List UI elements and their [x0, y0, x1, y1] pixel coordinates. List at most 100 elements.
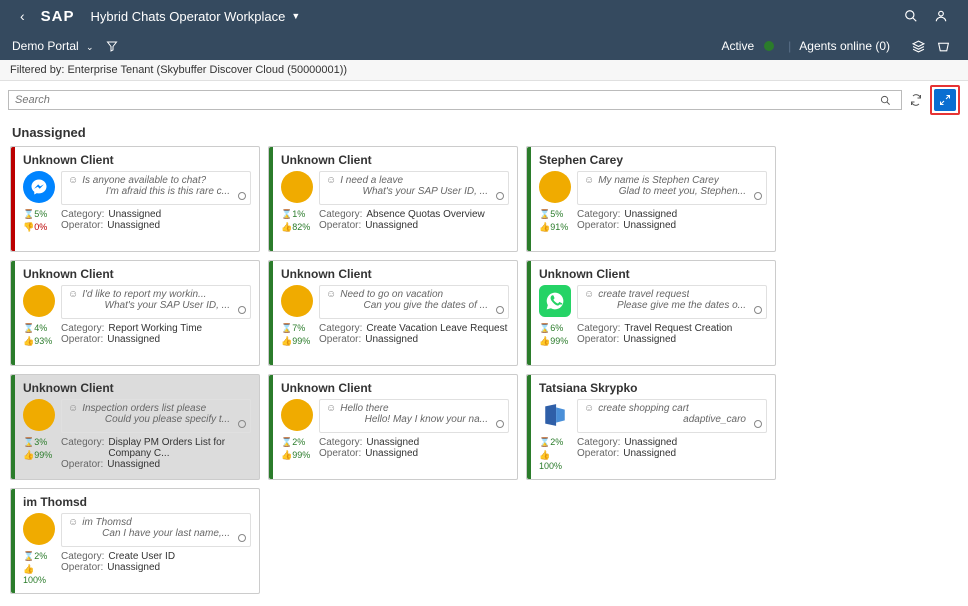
operator-value: Unassigned [107, 334, 160, 345]
message-line2: I'm afraid this is this rare c... [68, 186, 244, 197]
card-stats: ⌛1% 👍82% [281, 209, 313, 233]
card-title: Unknown Client [281, 153, 509, 167]
chat-card[interactable]: Unknown Client ☺Hello there Hello! May I… [268, 374, 518, 480]
chat-card[interactable]: Stephen Carey ☺My name is Stephen Carey … [526, 146, 776, 252]
chat-card[interactable]: Unknown Client ☺ Inspection orders list p… [10, 374, 260, 480]
card-meta: Category: Unassigned Operator: Unassigne… [577, 209, 767, 233]
category-value: Unassigned [624, 437, 677, 448]
status-circle-icon [238, 192, 246, 200]
category-value: Display PM Orders List for Company C... [108, 437, 251, 459]
status-circle-icon [496, 420, 504, 428]
channel-avatar [281, 399, 313, 433]
card-stats: ⌛5% 👍91% [539, 209, 571, 233]
message-line1: im Thomsd [82, 517, 131, 528]
search-icon[interactable] [876, 95, 895, 106]
card-title: Unknown Client [281, 267, 509, 281]
channel-avatar [281, 285, 313, 319]
user-icon[interactable] [934, 9, 948, 23]
chat-card[interactable]: im Thomsd ☺ im Thomsd Can I have your las… [10, 488, 260, 594]
operator-label: Operator: [61, 459, 103, 470]
category-value: Unassigned [108, 209, 161, 220]
chat-card[interactable]: Unknown Client ☺Is anyone available to c… [10, 146, 260, 252]
stat-rating: 👎0% [23, 222, 47, 233]
card-body: Tatsiana Skrypko ☺create shopping cart a… [531, 375, 775, 479]
stat-time: ⌛1% [281, 209, 305, 220]
separator: | [788, 39, 791, 53]
message-line1: Inspection orders list please [82, 403, 206, 414]
channel-avatar [23, 171, 55, 205]
agents-online-label: Agents online (0) [799, 39, 890, 53]
user-icon: ☺ [584, 403, 594, 414]
card-meta: Category: Unassigned Operator: Unassigne… [577, 437, 767, 471]
page-title-dropdown[interactable]: Hybrid Chats Operator Workplace ▼ [91, 9, 301, 24]
message-line2: Could you please specify t... [68, 414, 244, 425]
message-line2: adaptive_caro [584, 414, 760, 425]
category-label: Category: [577, 323, 620, 334]
header-top: ‹ SAP Hybrid Chats Operator Workplace ▼ [0, 0, 968, 32]
stat-time: ⌛5% [539, 209, 563, 220]
message-preview: ☺I need a leave What's your SAP User ID,… [319, 171, 509, 205]
card-meta: Category: Unassigned Operator: Unassigne… [319, 437, 509, 461]
stat-time: ⌛7% [281, 323, 305, 334]
search-input-container[interactable] [8, 90, 902, 110]
user-icon: ☺ [584, 289, 594, 300]
message-line1: Hello there [340, 403, 388, 414]
card-title: Unknown Client [539, 267, 767, 281]
refresh-icon[interactable] [906, 94, 926, 106]
message-line1: Is anyone available to chat? [82, 175, 206, 186]
search-row [0, 81, 968, 117]
status-circle-icon [238, 534, 246, 542]
expand-button[interactable] [934, 89, 956, 111]
chat-card[interactable]: Unknown Client ☺create travel request Pl… [526, 260, 776, 366]
operator-value: Unassigned [623, 334, 676, 345]
message-line2: Can I have your last name,... [68, 528, 244, 539]
stat-rating: 👍99% [539, 336, 568, 347]
search-icon[interactable] [904, 9, 918, 23]
operator-label: Operator: [61, 220, 103, 231]
operator-value: Unassigned [365, 448, 418, 459]
operator-label: Operator: [577, 334, 619, 345]
category-label: Category: [577, 209, 620, 220]
sap-logo: SAP [41, 8, 75, 25]
user-icon: ☺ [326, 403, 336, 414]
operator-label: Operator: [577, 448, 619, 459]
card-stats: ⌛2% 👍100% [539, 437, 571, 471]
operator-label: Operator: [319, 220, 361, 231]
user-icon: ☺ [68, 517, 78, 528]
chevron-down-icon: ⌄ [86, 42, 94, 52]
back-button[interactable]: ‹ [12, 8, 33, 24]
card-title: im Thomsd [23, 495, 251, 509]
card-body: Unknown Client ☺ Inspection orders list p… [15, 375, 259, 479]
stat-time: ⌛3% [23, 437, 47, 448]
channel-avatar [539, 399, 571, 433]
search-input[interactable] [15, 94, 876, 106]
filter-icon[interactable] [106, 40, 118, 52]
clear-icon[interactable] [937, 40, 950, 53]
card-meta: Category: Display PM Orders List for Com… [61, 437, 251, 470]
card-title: Unknown Client [23, 267, 251, 281]
layers-icon[interactable] [912, 40, 925, 53]
operator-label: Operator: [577, 220, 619, 231]
message-line1: I'd like to report my workin... [82, 289, 206, 300]
card-body: im Thomsd ☺ im Thomsd Can I have your las… [15, 489, 259, 593]
chat-card[interactable]: Unknown Client ☺I'd like to report my wo… [10, 260, 260, 366]
user-icon: ☺ [68, 403, 78, 414]
message-line1: create shopping cart [598, 403, 689, 414]
category-value: Create Vacation Leave Request [366, 323, 507, 334]
chat-card[interactable]: Tatsiana Skrypko ☺create shopping cart a… [526, 374, 776, 480]
message-preview: ☺ Inspection orders list please Could you… [61, 399, 251, 433]
stat-rating: 👍100% [539, 450, 571, 471]
status-dot-icon [764, 41, 774, 51]
portal-selector[interactable]: Demo Portal ⌄ [12, 39, 94, 53]
category-label: Category: [577, 437, 620, 448]
category-label: Category: [61, 209, 104, 220]
channel-avatar [539, 285, 571, 319]
card-stats: ⌛2% 👍100% [23, 551, 55, 585]
chat-card[interactable]: Unknown Client ☺Need to go on vacation C… [268, 260, 518, 366]
status-circle-icon [238, 306, 246, 314]
category-value: Travel Request Creation [624, 323, 732, 334]
status-circle-icon [754, 192, 762, 200]
card-title: Unknown Client [23, 381, 251, 395]
operator-label: Operator: [319, 448, 361, 459]
chat-card[interactable]: Unknown Client ☺I need a leave What's yo… [268, 146, 518, 252]
